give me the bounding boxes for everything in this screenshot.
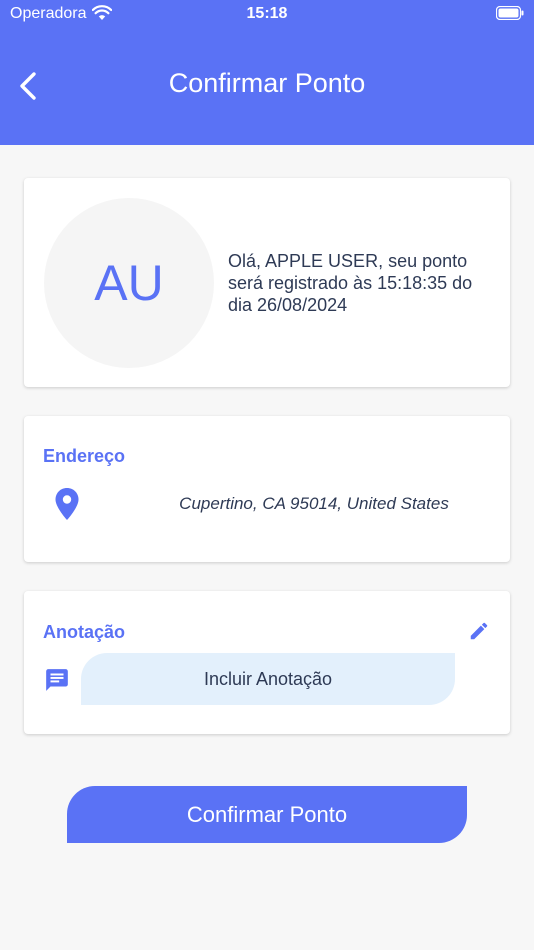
page-title: Confirmar Ponto <box>168 68 366 98</box>
note-title: Anotação <box>43 622 126 642</box>
address-title: Endereço <box>43 446 126 466</box>
chat-bubble-icon <box>46 669 68 691</box>
greeting-message: Olá, APPLE USER, seu ponto será registra… <box>228 251 473 315</box>
address-text: Cupertino, CA 95014, United States <box>179 494 449 513</box>
location-pin-icon <box>55 488 79 520</box>
status-bar: Operadora 15:18 <box>0 0 534 30</box>
battery-icon <box>496 6 524 20</box>
app-header: Operadora 15:18 Confirmar Ponto <box>0 0 534 145</box>
greeting-card: AU Olá, APPLE USER, seu ponto será regis… <box>24 178 510 387</box>
avatar: AU <box>44 198 214 368</box>
address-card: Endereço Cupertino, CA 95014, United Sta… <box>24 416 510 562</box>
confirm-punch-button[interactable]: Confirmar Ponto <box>67 786 467 843</box>
note-card: Anotação Incluir Anotação <box>24 591 510 734</box>
status-time: 15:18 <box>246 5 288 22</box>
add-note-button[interactable]: Incluir Anotação <box>81 653 455 705</box>
pencil-icon[interactable] <box>468 620 490 642</box>
